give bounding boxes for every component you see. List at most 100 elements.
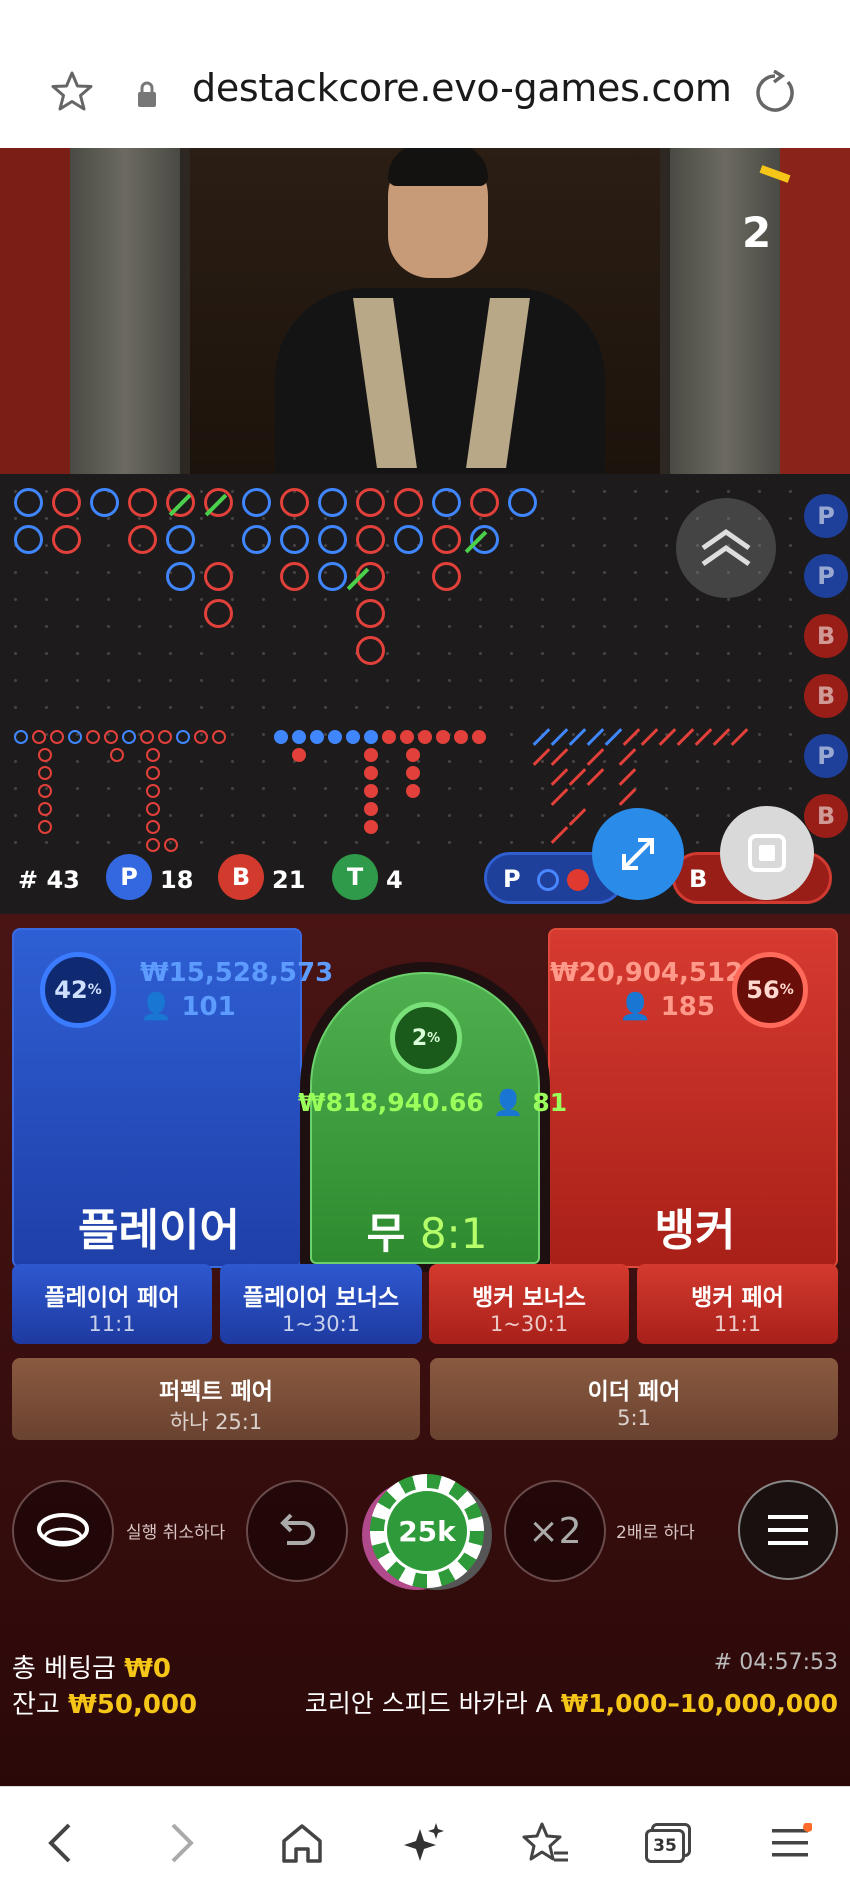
grid-dot [603,679,606,682]
grid-dot [510,679,513,682]
player-bonus-button[interactable]: 플레이어 보너스 1~30:1 [220,1264,422,1344]
grid-dot [789,787,792,790]
grid-dot [572,652,575,655]
grid-dot [386,544,389,547]
video-red-panel-right [780,148,850,474]
grid-dot [76,652,79,655]
player-pair-button[interactable]: 플레이어 페어 11:1 [12,1264,212,1344]
grid-dot [355,787,358,790]
tie-bet-spot[interactable]: 2% ₩818,940.66 👤 81 무 8:1 [298,972,567,1264]
table-info: 코리안 스피드 바카라 A ₩1,000–10,000,000 [270,1684,838,1720]
grid-dot [138,625,141,628]
grid-dot [231,544,234,547]
grid-dot [386,814,389,817]
collapse-roads-button[interactable] [676,498,776,598]
chat-button[interactable] [12,1480,114,1582]
player-ring [432,488,461,517]
grid-dot [324,841,327,844]
small-road-ring [68,730,82,744]
grid-dot [14,652,17,655]
video-pillar-left [70,148,180,474]
player-percent-ring: 42% [40,952,116,1028]
grid-dot [386,625,389,628]
grid-dot [541,544,544,547]
player-ring [166,562,195,591]
tabs-button[interactable]: 35 [638,1813,698,1873]
bookmarks-button[interactable] [516,1813,576,1873]
grid-dot [293,841,296,844]
ai-sparkle-button[interactable] [394,1813,454,1873]
grid-dot [107,625,110,628]
star-bookmark-icon[interactable] [50,70,94,114]
grid-dot [603,787,606,790]
grid-dot [603,517,606,520]
back-button[interactable] [30,1813,90,1873]
grid-dot [386,679,389,682]
grid-dot [448,679,451,682]
star-list-icon [522,1822,568,1862]
grid-dot [76,517,79,520]
perfect-pair-button[interactable]: 퍼펙트 페어 하나 25:1 [12,1358,420,1440]
tie-total-amount: ₩818,940.66 [298,1088,484,1117]
lock-icon[interactable] [136,80,158,108]
grid-dot [510,625,513,628]
grid-dot [45,598,48,601]
home-button[interactable] [272,1813,332,1873]
grid-dot [169,625,172,628]
grid-dot [448,814,451,817]
side-result-badge: P [804,734,848,778]
player-total-amount: ₩15,528,573 [140,958,334,988]
grid-dot [200,814,203,817]
grid-dot [541,598,544,601]
grid-dot [386,571,389,574]
small-road-ring [32,730,46,744]
grid-dot [14,571,17,574]
banker-percent-unit: % [779,982,794,998]
round-id: # 04:57:53 [713,1650,838,1675]
grid-dot [541,652,544,655]
table-limits: ₩1,000–10,000,000 [560,1689,838,1718]
url-text[interactable]: destackcore.evo-games.com [192,66,732,110]
grid-dot [231,490,234,493]
grid-dot [169,814,172,817]
chip-selector[interactable]: 25k [370,1474,484,1588]
reload-icon[interactable] [752,70,798,116]
grid-dot [665,598,668,601]
grid-dot [231,679,234,682]
expand-button[interactable] [592,808,684,900]
grid-dot [696,706,699,709]
menu-button[interactable] [738,1480,838,1580]
forward-button[interactable] [152,1813,212,1873]
grid-dot [541,841,544,844]
grid-dot [727,733,730,736]
grid-dot [45,517,48,520]
grid-dot [696,679,699,682]
grid-dot [76,814,79,817]
either-pair-button[interactable]: 이더 페어 5:1 [430,1358,838,1440]
small-road-ring [122,730,136,744]
banker-ring [52,525,81,554]
grid-dot [138,760,141,763]
grid-dot [479,841,482,844]
banker-bet-spot[interactable]: ₩20,904,512 👤 185 56% 뱅커 [548,928,838,1268]
cockroach-slash [550,826,569,844]
grid-dot [634,571,637,574]
small-road-dot [346,730,360,744]
cockroach-slash [712,728,731,746]
grid-dot [200,625,203,628]
tab-count: 35 [645,1829,685,1863]
cockroach-slash [586,728,605,746]
grid-dot [386,841,389,844]
banker-pair-button[interactable]: 뱅커 페어 11:1 [637,1264,838,1344]
grid-dot [107,679,110,682]
double-button[interactable]: ×2 [504,1480,606,1582]
small-road-ring [140,730,154,744]
grid-dot [789,598,792,601]
cockroach-slash [586,768,605,786]
grid-dot [169,679,172,682]
player-bet-spot[interactable]: 42% ₩15,528,573 👤 101 플레이어 [12,928,333,1268]
banker-bonus-button[interactable]: 뱅커 보너스 1~30:1 [429,1264,629,1344]
undo-button[interactable] [246,1480,348,1582]
browser-menu-button[interactable] [760,1813,820,1873]
pip-button[interactable] [720,806,814,900]
